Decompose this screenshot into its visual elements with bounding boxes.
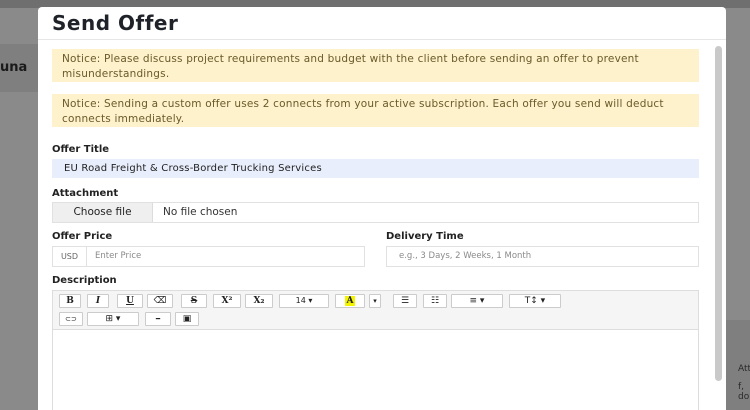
unordered-list-icon[interactable]: ☰ — [393, 294, 417, 308]
description-label: Description — [52, 275, 117, 286]
paragraph-align-select[interactable]: ≡ ▾ — [451, 294, 503, 308]
delivery-time-input[interactable]: e.g., 3 Days, 2 Weeks, 1 Month — [386, 246, 699, 267]
background-left-text: una — [0, 60, 28, 75]
description-editor: B I U ⌫ S X² X₂ 14 ▾ A ▾ ☰ ☷ ≡ ▾ T↕ ▾ ⊂⊃… — [52, 290, 699, 410]
color-swatch: A — [344, 296, 356, 306]
color-caret-button[interactable]: ▾ — [369, 294, 381, 308]
text-color-button[interactable]: A — [335, 294, 365, 308]
editor-toolbar: B I U ⌫ S X² X₂ 14 ▾ A ▾ ☰ ☷ ≡ ▾ T↕ ▾ ⊂⊃… — [53, 291, 698, 330]
attachment-label: Attachment — [52, 188, 119, 199]
superscript-button[interactable]: X² — [213, 294, 241, 308]
currency-addon: USD — [53, 247, 87, 266]
modal-header: Send Offer — [38, 7, 726, 39]
bold-button[interactable]: B — [59, 294, 81, 308]
strikethrough-button[interactable]: S — [181, 294, 207, 308]
description-editor-area[interactable] — [53, 331, 698, 410]
offer-price-input[interactable]: Enter Price — [95, 247, 141, 266]
table-select[interactable]: ⊞ ▾ — [87, 312, 139, 326]
line-height-select[interactable]: T↕ ▾ — [509, 294, 561, 308]
background-right-text: Atta — [738, 364, 750, 374]
offer-title-input[interactable]: EU Road Freight & Cross-Border Trucking … — [52, 159, 699, 178]
font-size-select[interactable]: 14 ▾ — [279, 294, 329, 308]
choose-file-button[interactable]: Choose file — [53, 203, 153, 222]
italic-button[interactable]: I — [87, 294, 109, 308]
modal-body: Notice: Please discuss project requireme… — [38, 39, 726, 410]
attachment-file-input[interactable]: Choose file No file chosen — [52, 202, 699, 223]
underline-button[interactable]: U — [117, 294, 143, 308]
offer-title-label: Offer Title — [52, 144, 110, 155]
file-status-text: No file chosen — [163, 206, 238, 218]
image-icon[interactable]: ▣ — [175, 312, 199, 326]
ordered-list-icon[interactable]: ☷ — [423, 294, 447, 308]
delivery-time-label: Delivery Time — [386, 231, 464, 242]
eraser-icon[interactable]: ⌫ — [147, 294, 173, 308]
offer-price-label: Offer Price — [52, 231, 113, 242]
link-icon[interactable]: ⊂⊃ — [59, 312, 83, 326]
modal-title: Send Offer — [52, 11, 179, 35]
background-right-text: f, do — [738, 382, 750, 402]
notice-discuss-requirements: Notice: Please discuss project requireme… — [52, 49, 699, 82]
scrollbar[interactable] — [715, 46, 722, 381]
send-offer-modal: Send Offer Notice: Please discuss projec… — [38, 7, 726, 410]
offer-price-group: USD Enter Price — [52, 246, 365, 267]
notice-connects-usage: Notice: Sending a custom offer uses 2 co… — [52, 94, 699, 127]
horizontal-rule-icon[interactable]: ━ — [145, 312, 171, 326]
subscript-button[interactable]: X₂ — [245, 294, 273, 308]
